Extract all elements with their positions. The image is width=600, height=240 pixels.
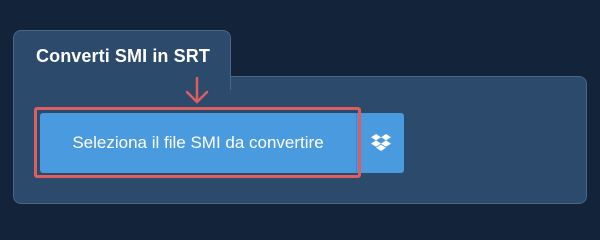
dropbox-button[interactable] [356,113,404,173]
tab-title: Converti SMI in SRT [36,46,210,66]
dropbox-icon [370,134,391,151]
select-file-button[interactable]: Seleziona il file SMI da convertire [40,113,356,173]
arrow-down-icon [185,76,209,104]
